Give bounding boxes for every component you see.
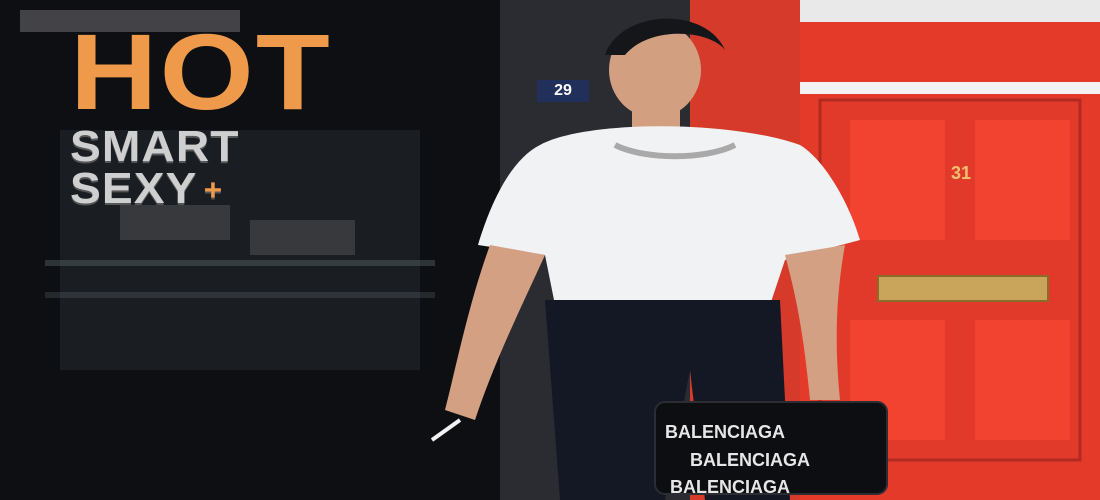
magazine-cover: BALENCIAGA BALENCIAGA BALENCIAGA 29 31 H… [0,0,1100,500]
headline-sexy-line: SEXY + [70,166,316,210]
door-panel-2 [975,120,1070,240]
top-frame [800,0,1100,22]
headline-smart: SMART [70,122,240,171]
door-number: 31 [950,163,972,183]
cover-wordmark: HOT SMART SEXY + [70,18,330,211]
window-shelf-1 [45,260,435,266]
window-shelf-2 [45,292,435,298]
bag-text-1: BALENCIAGA [665,422,785,442]
top-trim [800,82,1100,94]
door-panel-1 [850,120,945,240]
plus-sign: + [203,173,224,207]
headline-sexy: SEXY [70,163,198,213]
window-reflection-2 [250,220,355,255]
building-number-plaque: 29 [537,80,589,102]
headline-hot: HOT [70,11,333,132]
bag-text-3: BALENCIAGA [670,477,790,497]
bag-text-2: BALENCIAGA [690,450,810,470]
door-panel-4 [975,320,1070,440]
mail-slot [877,275,1049,302]
